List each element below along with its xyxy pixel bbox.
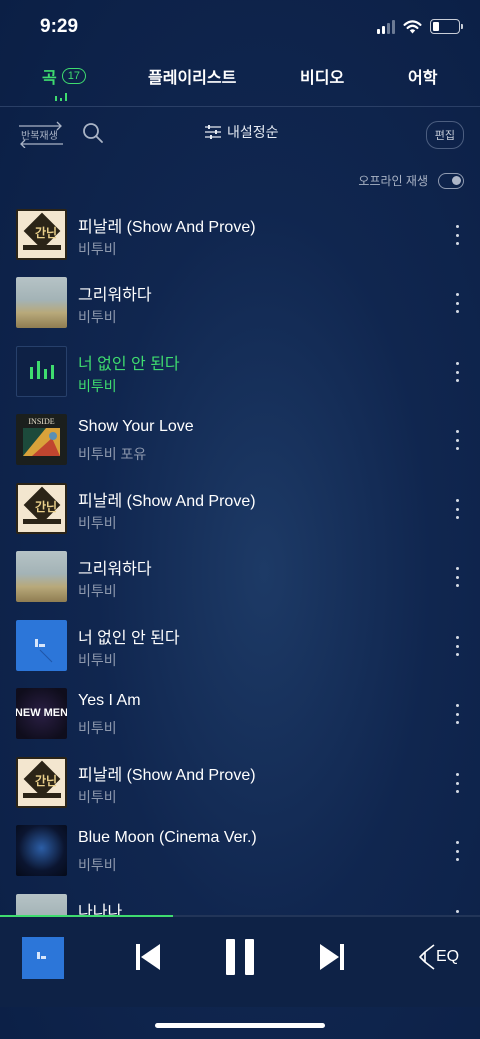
song-row[interactable]: 그리워하다 비투비 [0, 541, 480, 609]
song-row[interactable]: 그리워하다 비투비 [0, 267, 480, 335]
more-options-icon[interactable] [454, 499, 460, 519]
song-artist: 비투비 [78, 857, 117, 873]
song-title: 그리워하다 [78, 561, 152, 578]
album-art: 간닌 [16, 483, 67, 534]
song-title: 그리워하다 [78, 287, 152, 304]
song-artist: 비투비 [78, 789, 117, 805]
song-artist: 비투비 포유 [78, 446, 147, 462]
album-art: 간닌 [16, 757, 67, 808]
song-row-now-playing[interactable]: 너 없인 안 된다 비투비 [0, 336, 480, 404]
song-artist: 비투비 [78, 378, 117, 394]
song-title: Yes I Am [78, 692, 141, 709]
song-row[interactable]: Blue Moon (Cinema Ver.) 비투비 [0, 815, 480, 883]
tab-bar: 곡 17 플레이리스트 비디오 어학 [0, 56, 480, 106]
album-art: NEW MEN [16, 688, 67, 739]
more-options-icon[interactable] [454, 430, 460, 450]
album-art [16, 277, 67, 328]
search-icon[interactable] [82, 122, 104, 144]
list-toolbar: 반복재생 내설정순 편집 [0, 116, 480, 150]
blue-album-art [35, 639, 53, 663]
now-playing-equalizer-icon [16, 346, 67, 397]
song-row[interactable]: NEW MEN Yes I Am 비투비 [0, 678, 480, 746]
inside-album-art: INSIDE [23, 417, 60, 456]
divider [0, 106, 480, 107]
more-options-icon[interactable] [454, 773, 460, 793]
tab-video[interactable]: 비디오 [300, 64, 344, 88]
edit-button[interactable]: 편집 [425, 121, 464, 149]
next-icon[interactable] [318, 942, 346, 972]
tab-playlist[interactable]: 플레이리스트 [148, 64, 236, 88]
newmen-album-art: NEW MEN [16, 707, 67, 719]
sort-button[interactable]: 내설정순 [205, 122, 279, 142]
tab-songs-label: 곡 [42, 70, 57, 87]
more-options-icon[interactable] [454, 567, 460, 587]
home-indicator [155, 1023, 325, 1028]
song-artist: 비투비 [78, 720, 117, 736]
battery-icon [430, 19, 463, 34]
song-row[interactable]: 간닌 피날레 (Show And Prove) 비투비 [0, 473, 480, 541]
mini-player: EQ [0, 917, 480, 1007]
song-title: Show Your Love [78, 418, 194, 435]
tab-playing-indicator-icon [55, 92, 67, 101]
album-art: 간닌 [16, 209, 67, 260]
song-artist: 비투비 [78, 652, 117, 668]
song-row[interactable]: 너 없인 안 된다 비투비 [0, 610, 480, 678]
album-art [16, 620, 67, 671]
tab-songs[interactable]: 곡 17 [42, 64, 86, 88]
sort-label: 내설정순 [227, 124, 279, 140]
album-art: INSIDE [16, 414, 67, 465]
previous-icon[interactable] [134, 942, 162, 972]
offline-play-label: 오프라인 재생 [358, 174, 428, 188]
eq-button[interactable]: EQ [418, 942, 460, 972]
more-options-icon[interactable] [454, 293, 460, 313]
sort-options-icon [205, 125, 221, 139]
now-playing-album-art[interactable] [22, 937, 64, 979]
album-art [16, 825, 67, 876]
song-title: 너 없인 안 된다 [78, 630, 180, 647]
status-icons [377, 19, 463, 34]
more-options-icon[interactable] [454, 704, 460, 724]
more-options-icon[interactable] [454, 841, 460, 861]
album-art [16, 894, 67, 917]
repeat-button[interactable]: 반복재생 [16, 118, 66, 148]
song-artist: 비투비 [78, 241, 117, 257]
wifi-icon [403, 19, 422, 33]
offline-play-row: 오프라인 재생 [358, 172, 464, 189]
eq-label: EQ [436, 948, 460, 965]
svg-text:NEW MEN: NEW MEN [16, 707, 67, 719]
more-options-icon[interactable] [454, 225, 460, 245]
song-row[interactable]: 간닌 피날레 (Show And Prove) 비투비 [0, 199, 480, 267]
album-art [16, 551, 67, 602]
status-bar: 9:29 [0, 0, 480, 56]
song-artist: 비투비 [78, 309, 117, 325]
cellular-signal-icon [377, 19, 395, 34]
offline-play-toggle[interactable] [438, 172, 464, 189]
song-row[interactable]: 간닌 피날레 (Show And Prove) 비투비 [0, 747, 480, 815]
more-options-icon[interactable] [454, 636, 460, 656]
eq-icon [419, 944, 435, 970]
song-artist: 비투비 [78, 583, 117, 599]
song-artist: 비투비 [78, 515, 117, 531]
song-title: 피날레 (Show And Prove) [78, 219, 256, 236]
song-row[interactable]: INSIDE Show Your Love 비투비 포유 [0, 404, 480, 472]
song-title: 너 없인 안 된다 [78, 356, 180, 373]
tab-language[interactable]: 어학 [408, 64, 437, 88]
song-row[interactable]: 나나나 [0, 884, 480, 917]
tab-songs-count: 17 [61, 68, 86, 84]
svg-text:INSIDE: INSIDE [28, 417, 54, 426]
status-time: 9:29 [40, 16, 79, 37]
song-title: 피날레 (Show And Prove) [78, 767, 256, 784]
song-title: 피날레 (Show And Prove) [78, 493, 256, 510]
repeat-label: 반복재생 [21, 131, 58, 142]
more-options-icon[interactable] [454, 362, 460, 382]
song-title: Blue Moon (Cinema Ver.) [78, 829, 257, 846]
song-list: 간닌 피날레 (Show And Prove) 비투비 그리워하다 비투비 너 … [0, 199, 480, 917]
pause-icon[interactable] [224, 938, 256, 976]
